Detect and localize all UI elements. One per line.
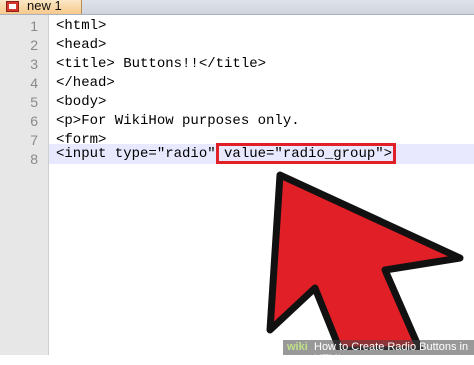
- line-number: 6: [30, 113, 38, 129]
- watermark-brand: wiki: [287, 341, 308, 353]
- line-number: 2: [30, 37, 38, 53]
- code-line[interactable]: <p>For WikiHow purposes only.: [56, 112, 300, 131]
- file-icon: [6, 1, 19, 12]
- tab-new-1[interactable]: new 1: [0, 0, 82, 14]
- line-number: 7: [30, 132, 38, 148]
- line-number: 4: [30, 75, 38, 91]
- watermark: wiki How to Create Radio Buttons in HTML: [283, 340, 474, 365]
- tab-label: new 1: [27, 0, 62, 13]
- line-number: 8: [30, 151, 38, 167]
- line-number: 3: [30, 56, 38, 72]
- code-line[interactable]: <html>: [56, 17, 106, 36]
- code-line[interactable]: <title> Buttons!!</title>: [56, 55, 266, 74]
- code-line[interactable]: <body>: [56, 93, 106, 112]
- code-line[interactable]: </head>: [56, 74, 115, 93]
- code-line[interactable]: <head>: [56, 36, 106, 55]
- line-number-gutter: 1 2 3 4 5 6 7 8: [0, 15, 49, 355]
- watermark-caption: How to Create Radio Buttons in HTML: [314, 341, 469, 365]
- red-arrow-cursor-icon: [266, 171, 464, 350]
- tab-bar: new 1: [0, 0, 474, 15]
- line-number: 5: [30, 94, 38, 110]
- line-number: 1: [30, 18, 38, 34]
